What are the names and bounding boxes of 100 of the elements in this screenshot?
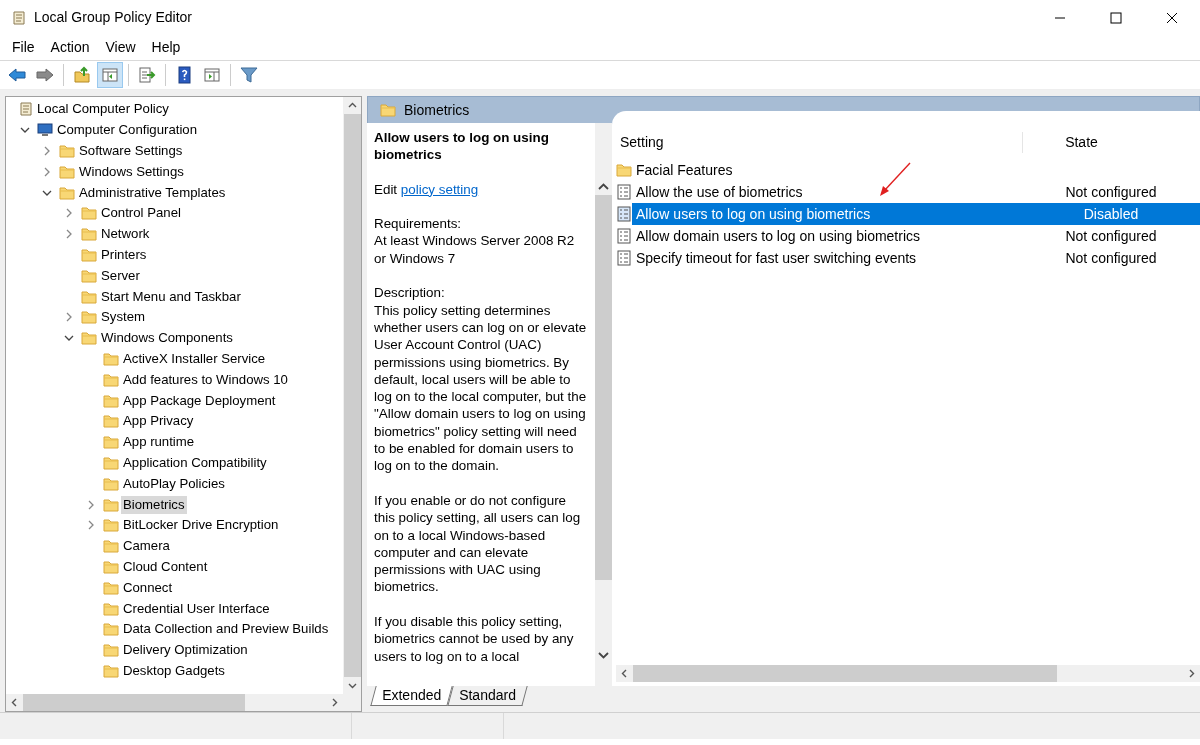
column-header[interactable]: Setting [616, 132, 1022, 153]
expand-chevron-icon[interactable] [64, 208, 74, 219]
folder-icon [103, 642, 119, 659]
description-paragraph: Requirements: At least Windows Server 2008 R2 or Windows 7 [374, 215, 576, 268]
tree-item[interactable]: App runtime [121, 433, 197, 452]
tree-item[interactable]: ActiveX Installer Service [121, 349, 268, 368]
expand-chevron-icon[interactable] [86, 499, 96, 510]
setting-state: Not configured [1064, 248, 1158, 268]
folder-icon [103, 621, 119, 638]
folder-icon [81, 205, 97, 222]
tree-item[interactable]: Local Computer Policy [35, 100, 171, 119]
tree-item[interactable]: Printers [99, 245, 149, 264]
column-header[interactable]: State [1022, 132, 1140, 153]
tree-item[interactable]: Administrative Templates [77, 183, 228, 202]
edit-policy-text: Edit policy setting [374, 180, 480, 198]
setting-name[interactable]: Specify timeout for fast user switching events [632, 247, 1022, 269]
folder-icon [59, 184, 75, 201]
tree-item[interactable]: Desktop Gadgets [121, 661, 227, 680]
tree-item[interactable]: AutoPlay Policies [121, 474, 227, 493]
menu-item[interactable]: Action [42, 37, 98, 58]
policy-setting-icon [616, 250, 632, 266]
action-pane-icon [203, 66, 221, 84]
vertical-scrollbar[interactable] [343, 97, 361, 694]
tree-item[interactable]: Computer Configuration [55, 121, 199, 140]
folder-icon [103, 371, 119, 388]
tree-item[interactable]: Cloud Content [121, 557, 210, 576]
setting-name[interactable]: Allow users to log on using biometrics [632, 203, 1022, 225]
tree-item[interactable]: Control Panel [99, 204, 183, 223]
policy-setting-icon [616, 184, 632, 200]
folder-icon [59, 163, 75, 180]
view-tab[interactable]: Standard [447, 686, 528, 706]
console-tree-icon [101, 66, 119, 84]
tree-item[interactable]: Application Compatibility [121, 453, 269, 472]
folder-up-icon [73, 66, 91, 84]
close-icon [1166, 11, 1178, 24]
tree-item[interactable]: System [99, 308, 147, 327]
folder-icon [103, 600, 119, 617]
tree-item[interactable]: App Package Deployment [121, 391, 278, 410]
policy-title: Allow users to log on using biometrics [374, 129, 550, 164]
tree-item[interactable]: Credential User Interface [121, 599, 272, 618]
description-paragraph: Description: This policy setting determines whether users can log on or elevate User Account Control (UAC) permissions using biometrics. By default, local users will be able to log on to the local computer, but the "Allow domain users to log on using biometrics" policy setting will need to be enabled for domain users to log on to the domain. [374, 284, 588, 475]
policy-setting-icon [616, 206, 632, 222]
expand-chevron-icon[interactable] [42, 146, 52, 156]
help-icon [175, 66, 193, 84]
pane-header: Biometrics [404, 100, 470, 120]
tree-item[interactable]: Server [99, 266, 142, 285]
forward-arrow-icon [36, 66, 54, 84]
folder-icon [103, 434, 119, 451]
folder-icon [103, 350, 119, 367]
policy-setting-icon [616, 228, 632, 244]
tree-item[interactable]: Software Settings [77, 142, 185, 160]
setting-state: Disabled [1022, 203, 1200, 225]
view-tab[interactable]: Extended [370, 686, 453, 706]
menu-item[interactable]: File [4, 37, 43, 58]
tree-item[interactable]: Add features to Windows 10 [121, 370, 290, 389]
folder-icon [103, 454, 119, 471]
expand-chevron-icon[interactable] [42, 166, 52, 177]
description-paragraph: If you enable or do not configure this policy setting, all users can log on to a local Windows-based computer and can elevate permissions with UAC using biometrics. [374, 491, 582, 596]
back-arrow-icon [8, 66, 26, 84]
folder-icon [103, 517, 119, 534]
vertical-scrollbar[interactable] [595, 123, 612, 686]
tree-item[interactable]: Camera [121, 537, 172, 556]
filter-icon [240, 66, 258, 84]
expand-chevron-icon[interactable] [64, 229, 74, 240]
tree-item[interactable]: App Privacy [121, 412, 196, 431]
tree-item[interactable]: Connect [121, 578, 175, 597]
tree-item[interactable]: Windows Components [99, 329, 235, 348]
tree-item[interactable]: Start Menu and Taskbar [99, 287, 243, 306]
annotation-arrow [880, 162, 911, 196]
tree-item[interactable]: BitLocker Drive Encryption [121, 516, 281, 535]
folder-icon [59, 143, 75, 159]
folder-icon [103, 475, 119, 492]
folder-icon [380, 102, 396, 118]
setting-name[interactable]: Allow domain users to log on using biometrics [632, 225, 1022, 247]
tree-item[interactable]: Biometrics [121, 495, 187, 514]
policy-setting-link[interactable]: policy setting [400, 181, 479, 197]
setting-name[interactable]: Allow the use of biometrics [632, 181, 1022, 203]
setting-name[interactable]: Facial Features [632, 159, 1200, 181]
folder-icon [81, 246, 97, 263]
tree-item[interactable]: Data Collection and Preview Builds [121, 620, 331, 639]
folder-icon [103, 558, 119, 575]
folder-icon [81, 330, 97, 347]
menu-item[interactable]: View [97, 37, 144, 58]
expand-chevron-icon[interactable] [86, 520, 96, 531]
horizontal-scrollbar[interactable] [6, 694, 361, 711]
expand-chevron-icon[interactable] [64, 312, 74, 323]
description-paragraph: If you disable this policy setting, biometrics cannot be used by any users to log on to a local [374, 613, 575, 665]
setting-state: Not configured [1064, 182, 1158, 202]
policy-scroll-icon [17, 101, 33, 118]
folder-icon [103, 538, 119, 555]
tree-item[interactable]: Delivery Optimization [121, 641, 250, 660]
folder-icon [81, 267, 97, 284]
menu-item[interactable]: Help [143, 37, 189, 58]
horizontal-scrollbar[interactable] [616, 665, 1200, 682]
tree-item[interactable]: Network [99, 225, 152, 244]
folder-icon [81, 288, 97, 305]
computer-icon [37, 122, 53, 139]
folder-icon [103, 662, 119, 679]
tree-item[interactable]: Windows Settings [77, 162, 186, 181]
setting-state: Not configured [1064, 226, 1158, 246]
